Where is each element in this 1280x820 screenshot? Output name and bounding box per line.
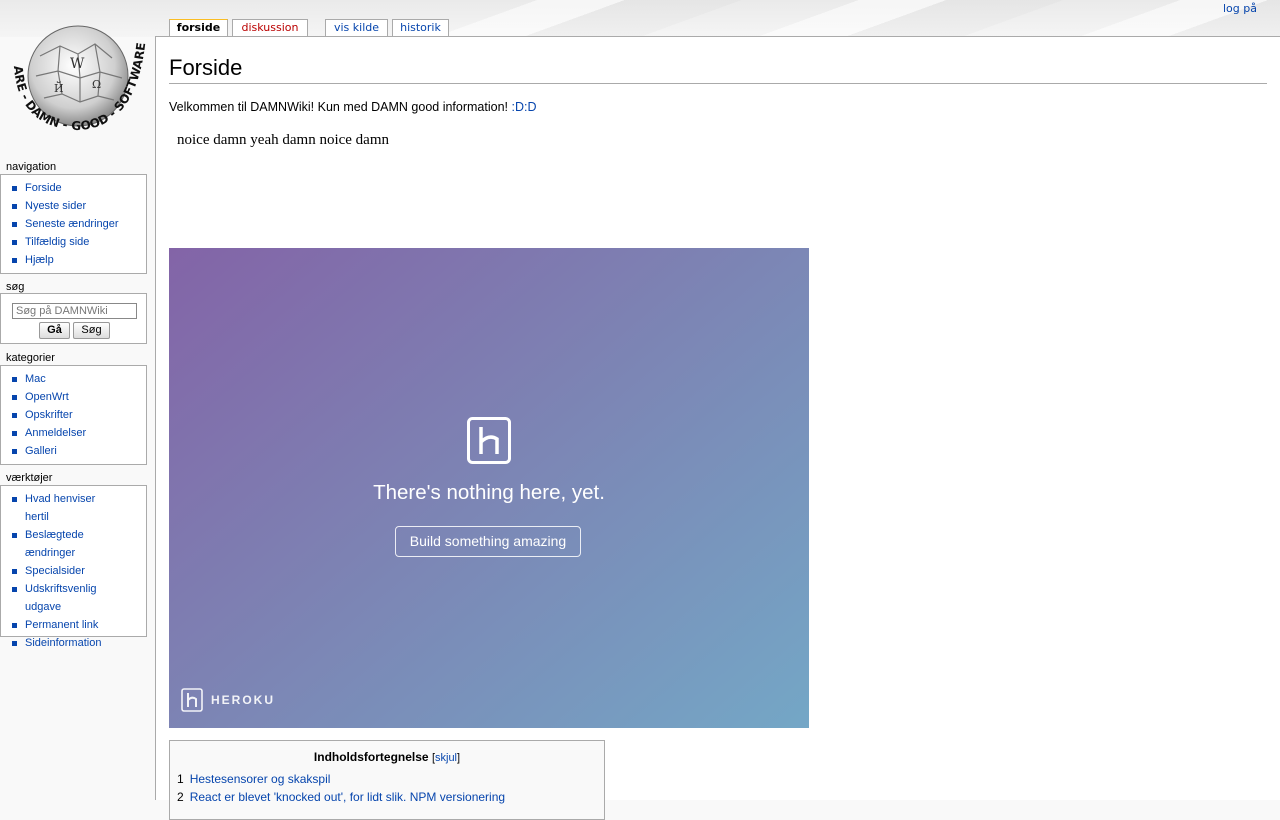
tool-item-label: Hvad henviser hertil bbox=[25, 493, 96, 523]
nav-item-label: Nyeste sider bbox=[25, 200, 87, 212]
main-content: Forside Velkommen til DAMNWiki! Kun med … bbox=[155, 36, 1280, 820]
tab-label: vis kilde bbox=[333, 21, 380, 34]
nav-item-hjaelp[interactable]: Hjælp bbox=[1, 251, 146, 269]
navigation-portlet: Forside Nyeste sider Seneste ændringer T… bbox=[0, 174, 147, 274]
tab-label: historik bbox=[400, 21, 441, 34]
category-item-anmeldelser[interactable]: Anmeldelser bbox=[1, 424, 146, 442]
category-item-label: Mac bbox=[25, 373, 46, 385]
search-heading: søg bbox=[6, 281, 25, 293]
svg-text:Ω: Ω bbox=[92, 78, 101, 91]
tool-item-label: Beslægtede ændringer bbox=[25, 529, 84, 559]
toc-item-label: React er blevet 'knocked out', for lidt … bbox=[189, 790, 506, 804]
category-item-mac[interactable]: Mac bbox=[1, 370, 146, 388]
tool-item-printable-version[interactable]: Udskriftsvenlig udgave bbox=[1, 580, 121, 616]
build-something-button[interactable]: Build something amazing bbox=[395, 526, 581, 557]
toc-header: Indholdsfortegnelse [skjul] bbox=[313, 750, 461, 764]
categories-heading: kategorier bbox=[6, 352, 55, 364]
intro-paragraph: Velkommen til DAMNWiki! Kun med DAMN goo… bbox=[169, 100, 536, 114]
noice-text: noice damn yeah damn noice damn bbox=[177, 132, 390, 148]
tool-item-permanent-link[interactable]: Permanent link bbox=[1, 616, 121, 634]
tool-item-label: Specialsider bbox=[25, 565, 85, 577]
category-item-openwrt[interactable]: OpenWrt bbox=[1, 388, 146, 406]
nav-item-label: Hjælp bbox=[25, 254, 54, 266]
category-item-label: Galleri bbox=[25, 445, 57, 457]
category-item-label: Anmeldelser bbox=[25, 427, 87, 439]
go-button[interactable]: Gå bbox=[39, 322, 70, 339]
tool-item-what-links-here[interactable]: Hvad henviser hertil bbox=[1, 490, 121, 526]
nav-item-label: Seneste ændringer bbox=[25, 218, 119, 230]
toc-item-label: Hestesensorer og skakspil bbox=[189, 772, 331, 786]
category-item-opskrifter[interactable]: Opskrifter bbox=[1, 406, 146, 424]
heroku-brand[interactable]: HEROKU bbox=[181, 688, 273, 712]
search-input[interactable] bbox=[12, 303, 137, 319]
toc-item[interactable]: 1 Hestesensorer og skakspil bbox=[177, 772, 330, 786]
category-item-label: Opskrifter bbox=[25, 409, 73, 421]
tab-historik[interactable]: historik bbox=[392, 19, 449, 37]
heroku-message: There's nothing here, yet. bbox=[373, 481, 605, 504]
nav-item-forside[interactable]: Forside bbox=[1, 179, 146, 197]
tab-vis-kilde[interactable]: vis kilde bbox=[325, 19, 388, 37]
toc-title: Indholdsfortegnelse bbox=[313, 750, 429, 764]
tool-item-special-pages[interactable]: Specialsider bbox=[1, 562, 121, 580]
tool-item-label: Udskriftsvenlig udgave bbox=[25, 583, 97, 613]
toc-item-number: 2 bbox=[177, 790, 184, 804]
toc-item[interactable]: 2 React er blevet 'knocked out', for lidt… bbox=[177, 790, 505, 804]
heroku-embed: There's nothing here, yet. Build somethi… bbox=[169, 248, 809, 728]
heroku-brand-text: HEROKU bbox=[211, 693, 276, 707]
svg-text:W: W bbox=[70, 56, 85, 72]
nav-item-label: Tilfældig side bbox=[25, 236, 90, 248]
table-of-contents: Indholdsfortegnelse [skjul] 1 Hestesensor… bbox=[169, 740, 605, 820]
search-portlet: Gå Søg bbox=[0, 293, 147, 344]
navigation-heading: navigation bbox=[6, 161, 57, 173]
login-link[interactable]: log på bbox=[1223, 2, 1257, 15]
search-button[interactable]: Søg bbox=[73, 322, 110, 339]
tab-diskussion[interactable]: diskussion bbox=[232, 19, 308, 37]
tools-portlet: Hvad henviser hertil Beslægtede ændringe… bbox=[0, 485, 147, 649]
site-logo[interactable]: W Ω Й ARE - DAMN - GOOD - SOFTWARE bbox=[0, 16, 155, 136]
category-item-galleri[interactable]: Galleri bbox=[1, 442, 146, 460]
category-item-label: OpenWrt bbox=[25, 391, 69, 403]
toc-item-number: 1 bbox=[177, 772, 184, 786]
page-title: Forside bbox=[169, 55, 1267, 85]
intro-text: Velkommen til DAMNWiki! Kun med DAMN goo… bbox=[169, 100, 512, 114]
tool-item-label: Permanent link bbox=[25, 619, 99, 631]
tab-label: diskussion bbox=[241, 21, 299, 34]
tab-label: forside bbox=[176, 21, 221, 34]
nav-item-label: Forside bbox=[25, 182, 62, 194]
nav-item-seneste-aendringer[interactable]: Seneste ændringer bbox=[1, 215, 146, 233]
tool-item-page-information[interactable]: Sideinformation bbox=[1, 634, 121, 652]
nav-item-tilfaeldig-side[interactable]: Tilfældig side bbox=[1, 233, 146, 251]
tool-item-label: Sideinformation bbox=[25, 637, 102, 649]
intro-link[interactable]: :D:D bbox=[511, 100, 536, 114]
heroku-icon bbox=[467, 417, 511, 464]
svg-text:Й: Й bbox=[54, 81, 64, 95]
heroku-small-icon bbox=[181, 688, 203, 712]
categories-portlet: Mac OpenWrt Opskrifter Anmeldelser Galle… bbox=[0, 365, 147, 465]
nav-item-nyeste-sider[interactable]: Nyeste sider bbox=[1, 197, 146, 215]
toc-toggle-link[interactable]: skjul bbox=[435, 752, 457, 764]
puzzle-globe-logo: W Ω Й ARE - DAMN - GOOD - SOFTWARE bbox=[11, 25, 148, 133]
tools-heading: værktøjer bbox=[6, 472, 53, 484]
tool-item-related-changes[interactable]: Beslægtede ændringer bbox=[1, 526, 121, 562]
